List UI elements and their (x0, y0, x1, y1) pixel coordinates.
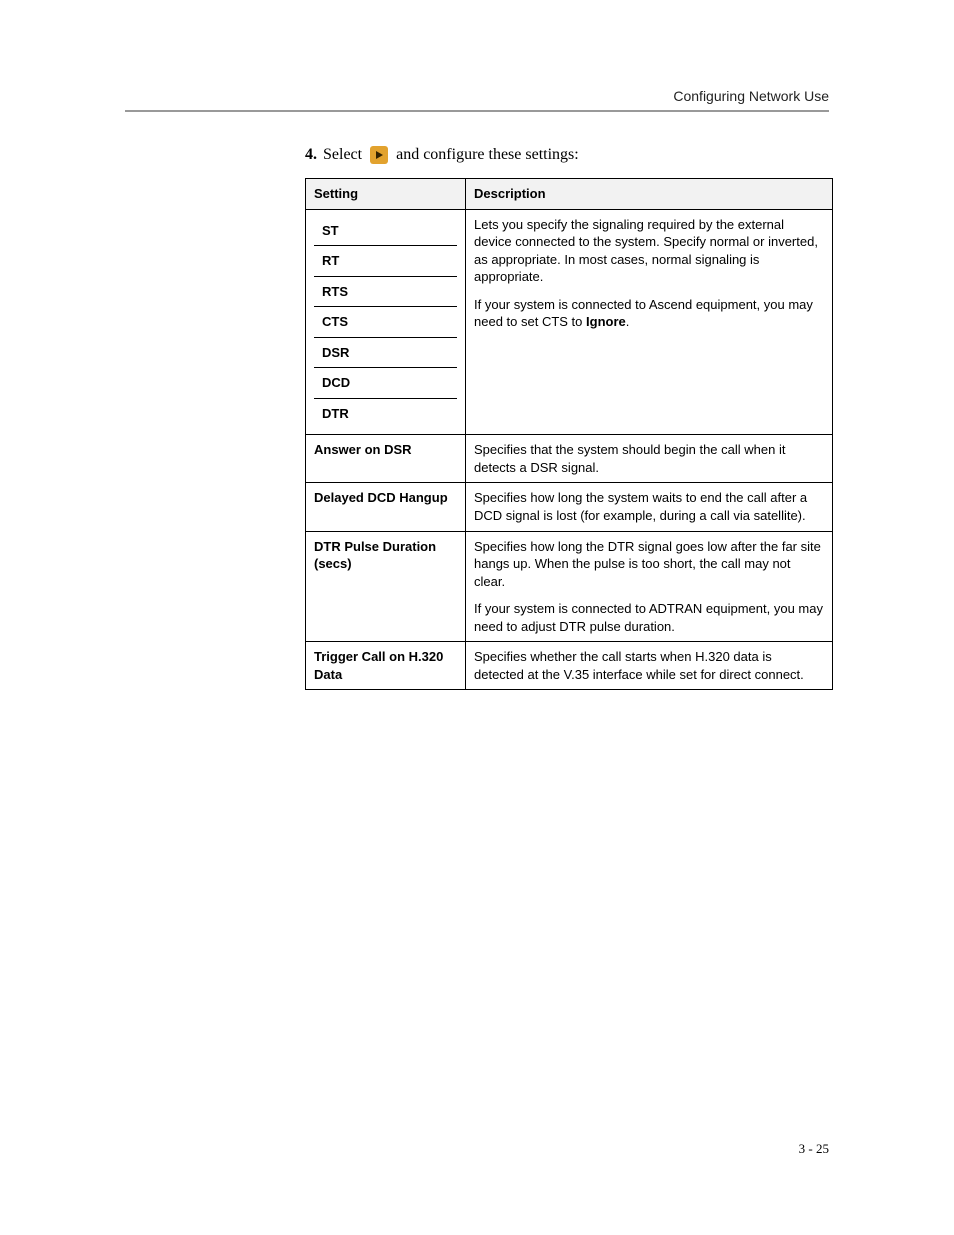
desc-paragraph: If your system is connected to Ascend eq… (474, 296, 824, 331)
step-number: 4. (305, 146, 317, 164)
desc-paragraph: Lets you specify the signaling required … (474, 216, 824, 286)
setting-name: Trigger Call on H.320 Data (306, 642, 466, 690)
table-row: Trigger Call on H.320 Data Specifies whe… (306, 642, 833, 690)
signal-item: DSR (314, 338, 457, 369)
desc-paragraph: If your system is connected to ADTRAN eq… (474, 600, 824, 635)
signal-item: RT (314, 246, 457, 277)
running-header: Configuring Network Use (125, 88, 829, 104)
page: Configuring Network Use 4. Select and co… (0, 0, 954, 1235)
setting-description: Specifies how long the DTR signal goes l… (466, 531, 833, 642)
desc-paragraph: Specifies how long the DTR signal goes l… (474, 538, 824, 591)
desc-text: If your system is connected to Ascend eq… (474, 297, 813, 330)
signal-item: ST (314, 216, 457, 247)
signal-item: DCD (314, 368, 457, 399)
table-header-row: Setting Description (306, 179, 833, 210)
header-rule (125, 110, 829, 112)
setting-description: Specifies how long the system waits to e… (466, 483, 833, 531)
table-row: ST RT RTS CTS DSR DCD DTR Lets you speci… (306, 209, 833, 435)
table-row: DTR Pulse Duration (secs) Specifies how … (306, 531, 833, 642)
table-row: Delayed DCD Hangup Specifies how long th… (306, 483, 833, 531)
step-text-after: and configure these settings: (396, 146, 579, 164)
page-number: 3 - 25 (799, 1141, 829, 1157)
desc-bold: Ignore (586, 314, 626, 329)
setting-name: DTR Pulse Duration (secs) (306, 531, 466, 642)
col-header-description: Description (466, 179, 833, 210)
step-line: 4. Select and configure these settings: (305, 146, 833, 164)
signal-item: CTS (314, 307, 457, 338)
table-row: Answer on DSR Specifies that the system … (306, 435, 833, 483)
col-header-setting: Setting (306, 179, 466, 210)
settings-table: Setting Description ST RT RTS CTS DSR DC… (305, 178, 833, 690)
step-text-before: Select (323, 146, 362, 164)
setting-description: Specifies whether the call starts when H… (466, 642, 833, 690)
setting-name: Delayed DCD Hangup (306, 483, 466, 531)
signal-item: DTR (314, 399, 457, 429)
setting-description: Specifies that the system should begin t… (466, 435, 833, 483)
setting-name: Answer on DSR (306, 435, 466, 483)
main-content: 4. Select and configure these settings: … (305, 146, 833, 690)
signal-group-cell: ST RT RTS CTS DSR DCD DTR (306, 209, 466, 435)
signal-group-description: Lets you specify the signaling required … (466, 209, 833, 435)
play-icon (370, 146, 388, 164)
desc-text: . (626, 314, 630, 329)
signal-item: RTS (314, 277, 457, 308)
